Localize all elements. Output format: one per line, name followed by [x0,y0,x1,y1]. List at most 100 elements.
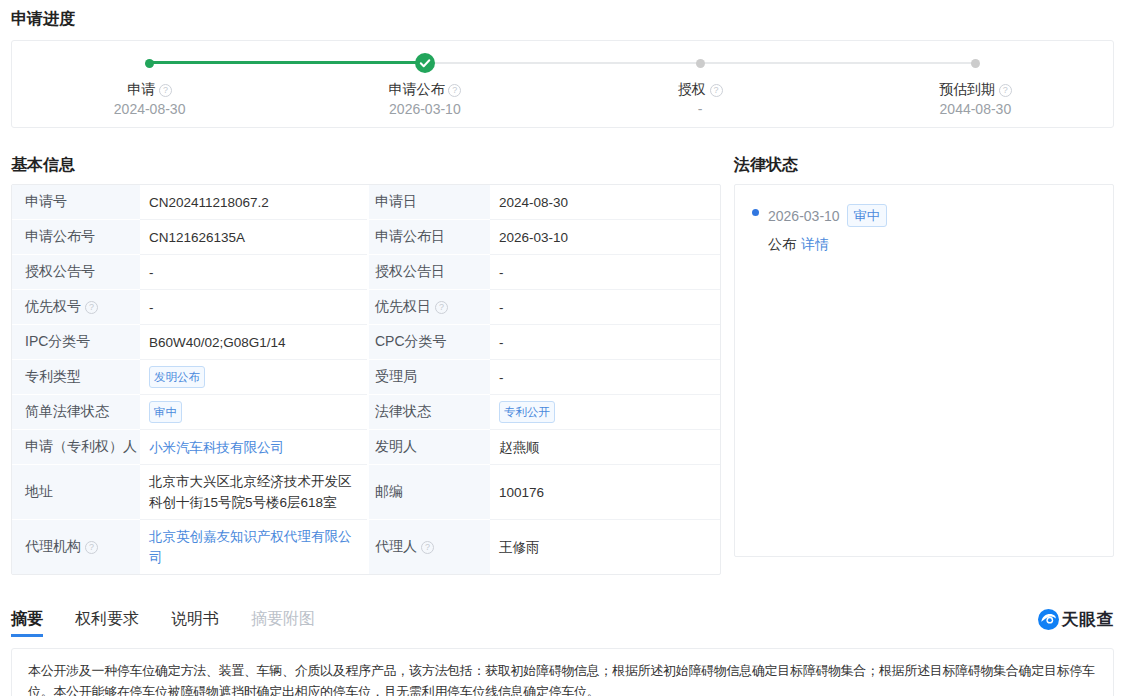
field-label: 发明人 [367,430,490,465]
field-value-text: 2026-03-10 [499,227,568,248]
tab-摘要[interactable]: 摘要 [11,608,43,637]
step-date: 2044-08-30 [838,100,1113,118]
step-label-text: 申请 [127,81,155,97]
field-label-text: 申请公布日 [375,228,445,246]
brand-name: 天眼查 [1062,608,1115,631]
progress-step: 申请公布?2026-03-10 [287,53,562,127]
field-label: 受理局 [367,360,490,395]
status-tag: 专利公开 [499,401,555,423]
field-value: 小米汽车科技有限公司 [140,430,367,465]
field-label-text: 代理机构 [25,538,81,556]
step-label-text: 申请公布 [388,81,444,97]
field-value-text: - [149,297,154,318]
help-icon[interactable]: ? [85,301,98,314]
field-value: - [490,290,720,325]
abstract-box: 本公开涉及一种停车位确定方法、装置、车辆、介质以及程序产品，该方法包括：获取初始… [11,648,1114,696]
help-icon[interactable]: ? [85,541,98,554]
legal-status-action: 公布 [768,236,796,252]
progress-section-title: 申请进度 [11,8,1114,30]
help-icon[interactable]: ? [448,84,461,97]
field-label: 申请日 [367,185,490,220]
field-value: 北京英创嘉友知识产权代理有限公司 [140,520,367,574]
step-dot [145,59,154,68]
field-label-text: 地址 [25,483,53,501]
abstract-text: 本公开涉及一种停车位确定方法、装置、车辆、介质以及程序产品，该方法包括：获取初始… [28,663,1095,696]
field-label: CPC分类号 [367,325,490,360]
field-value-text: CN202411218067.2 [149,192,269,213]
progress-steps: 申请?2024-08-30申请公布?2026-03-10授权?-预估到期?204… [12,41,1113,127]
help-icon[interactable]: ? [435,301,448,314]
status-tag: 发明公布 [149,366,205,388]
field-value-text: - [499,332,504,353]
field-label-text: 法律状态 [375,403,431,421]
field-value: 2024-08-30 [490,185,720,220]
basic-info-table: 申请号 CN202411218067.2 申请日 2024-08-30 申请公布号 CN1… [11,184,721,575]
legal-status-title: 法律状态 [734,154,1114,176]
help-icon[interactable]: ? [421,541,434,554]
field-value-text: B60W40/02;G08G1/14 [149,332,286,353]
field-label-text: 申请（专利权）人 [25,438,137,456]
field-label-text: 申请日 [375,193,417,211]
help-icon[interactable]: ? [999,84,1012,97]
help-icon[interactable]: ? [710,84,723,97]
step-dot [971,59,980,68]
tianyancha-logo[interactable]: 天眼查 [1038,608,1115,631]
field-label-text: 申请公布号 [25,228,95,246]
field-value: 北京市大兴区北京经济技术开发区科创十街15号院5号楼6层618室 [140,465,367,520]
field-label: 申请号 [12,185,140,220]
progress-step: 申请? 2024-08-30 [12,53,287,127]
field-label: 代理人? [367,520,490,574]
step-label: 申请公布? [287,80,562,98]
field-label: 优先权号? [12,290,140,325]
field-label-text: 优先权号 [25,298,81,316]
legal-status-box: 2026-03-10审中公布详情 [734,184,1114,557]
field-value: CN121626135A [140,220,367,255]
legal-status-tag: 审中 [847,204,887,227]
tab-摘要附图: 摘要附图 [251,608,315,637]
progress-step: 授权?- [563,53,838,127]
field-value-link[interactable]: 小米汽车科技有限公司 [149,437,284,458]
field-label: 代理机构? [12,520,140,574]
field-label: 授权公告日 [367,255,490,290]
field-label-text: 受理局 [375,368,417,386]
field-value-text: - [499,297,504,318]
bullet-icon [752,209,759,216]
step-date: 2024-08-30 [12,100,287,118]
field-label-text: 发明人 [375,438,417,456]
field-value-text: 100176 [499,482,544,503]
field-value: B60W40/02;G08G1/14 [140,325,367,360]
basic-info-title: 基本信息 [11,154,721,176]
field-value: - [140,290,367,325]
field-label-text: 优先权日 [375,298,431,316]
legal-status-detail-link[interactable]: 详情 [801,236,829,252]
tab-权利要求[interactable]: 权利要求 [75,608,139,637]
tab-说明书[interactable]: 说明书 [171,608,219,637]
field-value: 专利公开 [490,395,720,430]
legal-status-line2: 公布详情 [768,236,1113,254]
tabs: 摘要 权利要求 说明书 摘要附图 [11,608,315,637]
field-label: 申请公布号 [12,220,140,255]
field-label-text: 代理人 [375,538,417,556]
field-value-text: 2024-08-30 [499,192,568,213]
field-value-text: 王修雨 [499,537,540,558]
field-value-text: CN121626135A [149,227,245,248]
legal-status-item: 2026-03-10审中公布详情 [735,204,1113,254]
field-label-text: CPC分类号 [375,333,447,351]
field-value-text: - [149,262,154,283]
field-label-text: IPC分类号 [25,333,90,351]
help-icon[interactable]: ? [159,84,172,97]
step-date: - [563,100,838,118]
patent-detail-page: 申请进度 申请?2024-08-30申请公布?2026-03-10授权?-预估到… [0,8,1125,696]
field-value: - [140,255,367,290]
legal-status-section: 法律状态 2026-03-10审中公布详情 [734,154,1114,575]
basic-info-section: 基本信息 申请号 CN202411218067.2 申请日 2024-08-30 申请公… [11,154,721,575]
field-value: 王修雨 [490,520,720,574]
legal-status-line1: 2026-03-10审中 [768,204,1113,227]
progress-dot-row [838,53,1113,73]
field-label: 法律状态 [367,395,490,430]
field-value-link[interactable]: 北京英创嘉友知识产权代理有限公司 [149,526,359,568]
progress-stepper: 申请?2024-08-30申请公布?2026-03-10授权?-预估到期?204… [11,40,1114,128]
tianyancha-eye-icon [1038,609,1059,630]
field-label-text: 专利类型 [25,368,81,386]
step-label: 预估到期? [838,80,1113,98]
